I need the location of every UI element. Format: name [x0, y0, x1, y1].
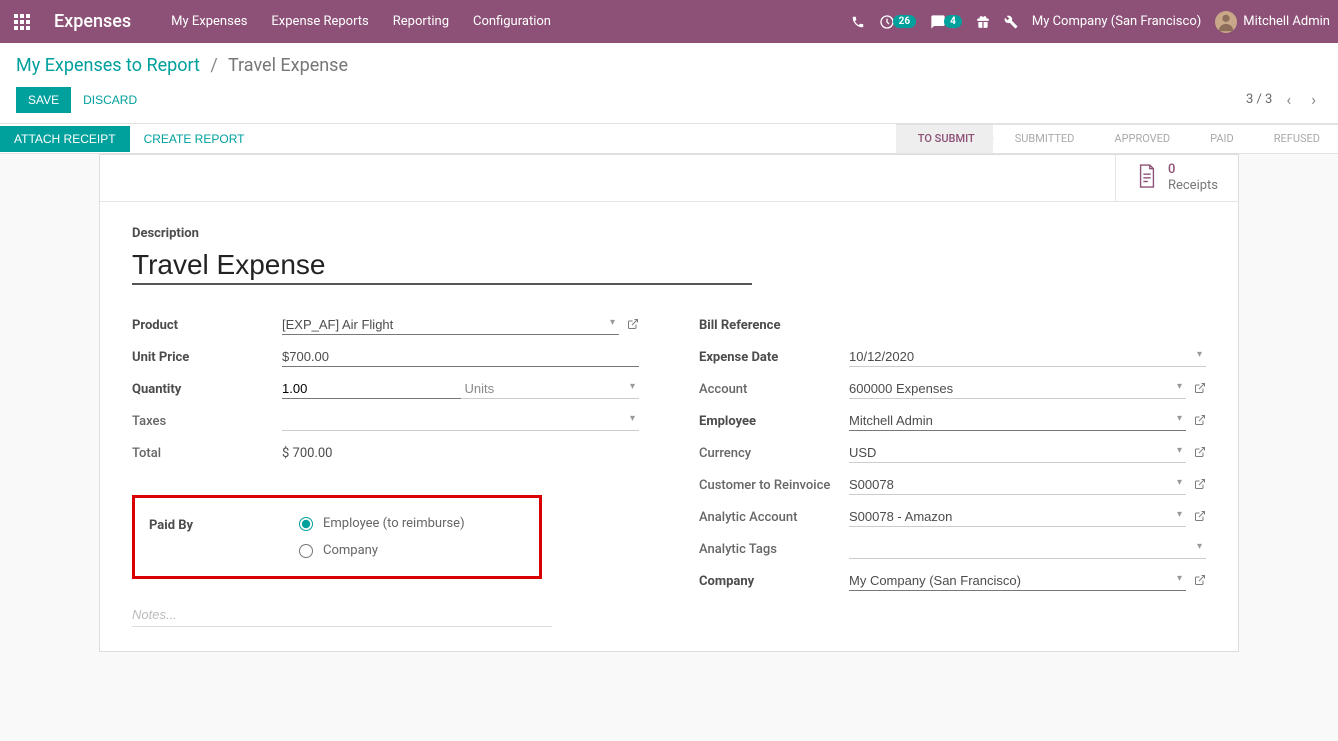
status-approved[interactable]: APPROVED [1092, 124, 1188, 154]
gift-icon[interactable] [976, 15, 990, 29]
analytic-account-external-link-icon[interactable] [1194, 510, 1206, 525]
secondary-bar: ATTACH RECEIPT CREATE REPORT TO SUBMIT S… [0, 124, 1338, 154]
status-bar: TO SUBMIT SUBMITTED APPROVED PAID REFUSE… [896, 124, 1338, 154]
status-to-submit[interactable]: TO SUBMIT [896, 124, 993, 154]
company-input[interactable] [849, 571, 1186, 591]
apps-icon[interactable] [8, 8, 36, 36]
bill-reference-label: Bill Reference [699, 318, 849, 333]
control-panel: My Expenses to Report / Travel Expense S… [0, 43, 1338, 124]
description-input[interactable] [132, 247, 752, 285]
unit-price-input[interactable] [282, 347, 639, 367]
receipts-label: Receipts [1168, 178, 1218, 194]
avatar [1215, 11, 1237, 33]
company-field-label: Company [699, 574, 849, 589]
company-selector[interactable]: My Company (San Francisco) [1032, 14, 1201, 29]
taxes-input[interactable] [282, 411, 639, 431]
paid-by-company-label[interactable]: Company [323, 543, 378, 558]
breadcrumb-current: Travel Expense [228, 55, 348, 76]
total-value: $ 700.00 [282, 446, 333, 461]
paid-by-label: Paid By [149, 516, 299, 558]
analytic-tags-label: Analytic Tags [699, 542, 849, 557]
activity-badge: 26 [893, 15, 916, 28]
quantity-input[interactable] [282, 379, 461, 399]
expense-date-input[interactable] [849, 347, 1206, 367]
quantity-unit-input[interactable] [461, 379, 640, 399]
customer-external-link-icon[interactable] [1194, 478, 1206, 493]
unit-price-label: Unit Price [132, 350, 282, 365]
currency-external-link-icon[interactable] [1194, 446, 1206, 461]
currency-input[interactable] [849, 443, 1186, 463]
paid-by-section: Paid By Employee (to reimburse) Company [132, 495, 542, 579]
analytic-account-label: Analytic Account [699, 510, 849, 525]
product-external-link-icon[interactable] [627, 318, 639, 333]
menu-expense-reports[interactable]: Expense Reports [271, 14, 368, 29]
menu-configuration[interactable]: Configuration [473, 14, 551, 29]
product-label: Product [132, 318, 282, 333]
pager: 3 / 3 ‹ › [1246, 86, 1322, 113]
pager-next[interactable]: › [1305, 86, 1322, 113]
pager-text: 3 / 3 [1246, 92, 1272, 107]
create-report-button[interactable]: CREATE REPORT [130, 126, 259, 152]
pager-prev[interactable]: ‹ [1280, 86, 1297, 113]
notes-input[interactable] [132, 603, 552, 627]
total-label: Total [132, 446, 282, 461]
save-button[interactable]: SAVE [16, 87, 71, 113]
paid-by-employee-label[interactable]: Employee (to reimburse) [323, 516, 465, 531]
receipts-count: 0 [1168, 162, 1218, 178]
status-submitted[interactable]: SUBMITTED [993, 124, 1093, 154]
chat-icon[interactable]: 4 [930, 14, 962, 30]
company-external-link-icon[interactable] [1194, 574, 1206, 589]
top-navbar: Expenses My Expenses Expense Reports Rep… [0, 0, 1338, 43]
user-name: Mitchell Admin [1243, 14, 1330, 29]
app-title[interactable]: Expenses [54, 11, 131, 32]
bill-reference-input[interactable] [849, 316, 1206, 335]
tools-icon[interactable] [1004, 15, 1018, 29]
customer-label: Customer to Reinvoice [699, 478, 849, 493]
discard-button[interactable]: DISCARD [71, 87, 149, 113]
paid-by-company-radio[interactable] [299, 544, 313, 558]
form-sheet: 0 Receipts Description Product [99, 154, 1239, 652]
paid-by-employee-radio[interactable] [299, 517, 313, 531]
receipt-icon [1136, 163, 1158, 193]
account-label: Account [699, 382, 849, 397]
customer-input[interactable] [849, 475, 1186, 495]
quantity-label: Quantity [132, 382, 282, 397]
expense-date-label: Expense Date [699, 350, 849, 365]
menu-reporting[interactable]: Reporting [393, 14, 449, 29]
account-external-link-icon[interactable] [1194, 382, 1206, 397]
user-menu[interactable]: Mitchell Admin [1215, 11, 1330, 33]
attach-receipt-button[interactable]: ATTACH RECEIPT [0, 126, 130, 152]
account-input[interactable] [849, 379, 1186, 399]
activity-icon[interactable]: 26 [879, 14, 916, 30]
menu-my-expenses[interactable]: My Expenses [171, 14, 247, 29]
breadcrumb: My Expenses to Report / Travel Expense [16, 55, 1322, 76]
analytic-account-input[interactable] [849, 507, 1186, 527]
employee-external-link-icon[interactable] [1194, 414, 1206, 429]
status-paid[interactable]: PAID [1188, 124, 1252, 154]
taxes-label: Taxes [132, 414, 282, 429]
main-menu: My Expenses Expense Reports Reporting Co… [171, 14, 551, 29]
product-input[interactable] [282, 315, 619, 335]
employee-label: Employee [699, 414, 849, 429]
receipts-button[interactable]: 0 Receipts [1115, 155, 1238, 201]
status-refused[interactable]: REFUSED [1252, 124, 1338, 154]
employee-input[interactable] [849, 411, 1186, 431]
phone-icon[interactable] [851, 15, 865, 29]
currency-label: Currency [699, 446, 849, 461]
chat-badge: 4 [944, 15, 962, 28]
breadcrumb-parent[interactable]: My Expenses to Report [16, 55, 200, 76]
analytic-tags-input[interactable] [849, 539, 1206, 559]
description-label: Description [132, 226, 1206, 241]
